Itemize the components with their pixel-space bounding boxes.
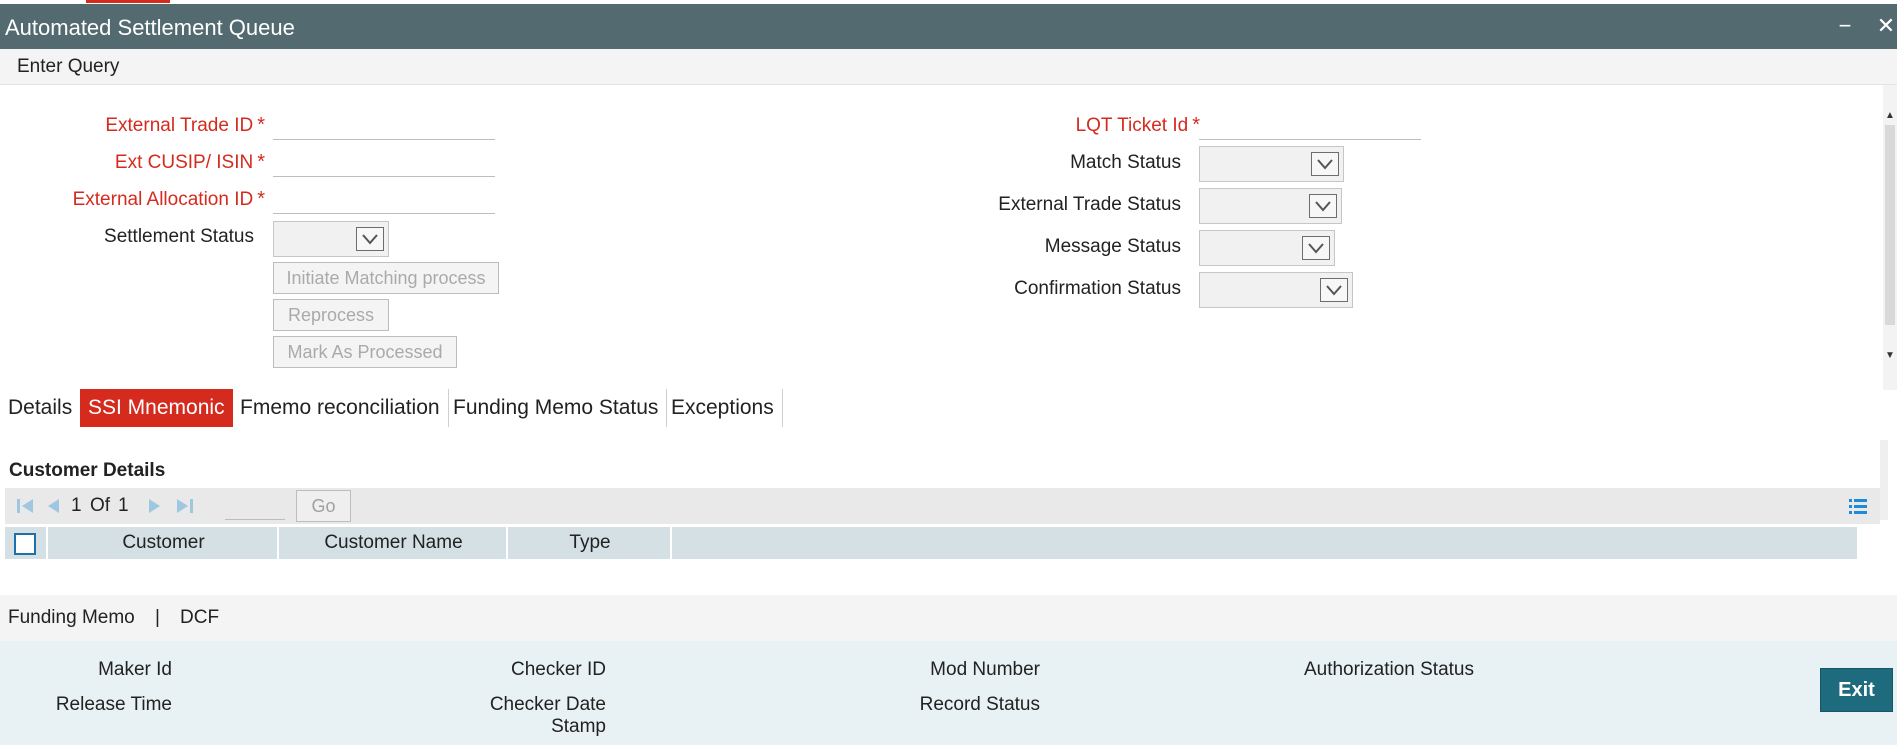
grid-scrollbar[interactable]	[1880, 440, 1888, 520]
match-status-label: Match Status	[1070, 152, 1181, 173]
confirmation-status-select[interactable]	[1199, 272, 1353, 308]
scroll-up-icon[interactable]: ▲	[1885, 110, 1895, 121]
external-allocation-id-input[interactable]	[273, 187, 495, 214]
form-scrollbar[interactable]: ▲ ▼	[1883, 85, 1897, 390]
external-trade-status-label: External Trade Status	[998, 194, 1181, 215]
lqt-ticket-id-input[interactable]	[1199, 113, 1421, 140]
tab-details[interactable]: Details	[0, 389, 82, 427]
tab-exceptions[interactable]: Exceptions	[663, 389, 783, 427]
checker-date-stamp-label: Checker Date Stamp	[489, 694, 606, 737]
total-pages: 1	[118, 495, 129, 516]
page-of-label: Of	[90, 495, 111, 516]
external-allocation-id-label: External Allocation ID *	[72, 188, 265, 210]
audit-panel: Maker Id Release Time Checker ID Checker…	[0, 641, 1897, 745]
ext-cusip-isin-label: Ext CUSIP/ ISIN *	[114, 151, 265, 173]
external-trade-status-select[interactable]	[1199, 188, 1342, 224]
column-customer[interactable]: Customer	[50, 527, 279, 559]
menu-bar: Enter Query	[0, 49, 1897, 85]
authorization-status-label: Authorization Status	[1303, 659, 1474, 680]
reprocess-button[interactable]: Reprocess	[273, 299, 389, 331]
dropdown-arrow-icon[interactable]	[1309, 194, 1337, 218]
lqt-ticket-id-label: LQT Ticket Id *	[1075, 114, 1200, 136]
minimize-icon[interactable]: −	[1833, 13, 1857, 39]
pager-bar: 1 Of 1 Go	[5, 488, 1880, 524]
customer-details-title: Customer Details	[9, 460, 166, 481]
close-icon[interactable]: ✕	[1874, 13, 1897, 39]
window-title: Automated Settlement Queue	[5, 15, 295, 40]
active-window-marker	[86, 0, 170, 3]
message-status-label: Message Status	[1044, 236, 1181, 257]
column-settings-icon[interactable]	[1848, 496, 1868, 521]
current-page: 1	[71, 495, 82, 516]
scroll-down-icon[interactable]: ▼	[1885, 350, 1895, 361]
external-trade-id-label: External Trade ID *	[105, 114, 265, 136]
select-all-cell	[5, 527, 48, 559]
column-customer-name[interactable]: Customer Name	[281, 527, 508, 559]
dropdown-arrow-icon[interactable]	[1320, 278, 1348, 302]
tab-fmemo-reconciliation[interactable]: Fmemo reconciliation	[232, 389, 449, 427]
prev-page-icon[interactable]	[43, 496, 63, 521]
mark-as-processed-button[interactable]: Mark As Processed	[273, 336, 457, 368]
scrollbar-thumb[interactable]	[1885, 125, 1895, 325]
match-status-select[interactable]	[1199, 146, 1344, 182]
sub-screen-links: Funding Memo | DCF	[0, 595, 1897, 641]
confirmation-status-label: Confirmation Status	[1014, 278, 1181, 299]
dropdown-arrow-icon[interactable]	[1311, 152, 1339, 176]
first-page-icon[interactable]	[15, 496, 35, 521]
link-separator: |	[155, 607, 160, 628]
funding-memo-link[interactable]: Funding Memo	[8, 607, 135, 629]
column-type[interactable]: Type	[510, 527, 672, 559]
customer-grid-header: Customer Customer Name Type	[5, 527, 1857, 559]
enter-query-menu[interactable]: Enter Query	[17, 56, 119, 78]
last-page-icon[interactable]	[175, 496, 195, 521]
external-trade-id-input[interactable]	[273, 113, 495, 140]
exit-button[interactable]: Exit	[1820, 668, 1893, 712]
go-button[interactable]: Go	[296, 490, 351, 522]
settlement-status-select[interactable]	[273, 221, 389, 257]
maker-id-label: Maker Id	[98, 659, 172, 680]
dropdown-arrow-icon[interactable]	[1302, 236, 1330, 260]
initiate-matching-button[interactable]: Initiate Matching process	[273, 262, 499, 294]
dcf-link[interactable]: DCF	[180, 607, 219, 629]
window-titlebar: Automated Settlement Queue − ✕	[0, 4, 1897, 49]
message-status-select[interactable]	[1199, 230, 1335, 266]
select-all-checkbox[interactable]	[14, 533, 36, 555]
mod-number-label: Mod Number	[930, 659, 1040, 680]
dropdown-arrow-icon[interactable]	[356, 227, 384, 251]
settlement-status-label: Settlement Status	[104, 226, 254, 247]
page-number-input[interactable]	[225, 494, 285, 520]
checker-id-label: Checker ID	[510, 659, 606, 680]
tab-ssi-mnemonic[interactable]: SSI Mnemonic	[80, 389, 233, 427]
ext-cusip-isin-input[interactable]	[273, 150, 495, 177]
next-page-icon[interactable]	[145, 496, 165, 521]
record-status-label: Record Status	[919, 694, 1040, 715]
release-time-label: Release Time	[55, 694, 172, 715]
tab-funding-memo-status[interactable]: Funding Memo Status	[445, 389, 668, 427]
